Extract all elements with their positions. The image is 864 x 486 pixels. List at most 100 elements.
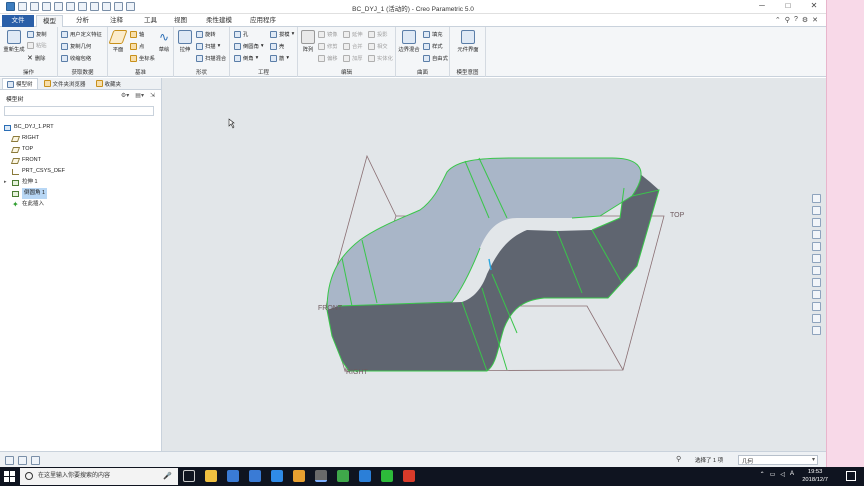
hole-button[interactable]: 孔 (234, 30, 248, 38)
network-icon[interactable]: ▭ (770, 471, 776, 478)
store-icon[interactable] (227, 470, 239, 482)
tree-columns-icon[interactable]: ▤▾ (135, 92, 144, 99)
draft-button[interactable]: 拔模 ▾ (270, 30, 294, 38)
tree-node-round[interactable]: 倒圆角 1 (4, 188, 65, 199)
plane-button[interactable]: 平面 (108, 30, 128, 53)
close-icon[interactable]: ✕ (812, 16, 818, 24)
thicken-button[interactable]: 加厚 (343, 54, 363, 62)
zoom-out-icon[interactable] (812, 218, 821, 227)
file-explorer-icon[interactable] (205, 470, 217, 482)
extrude-button[interactable]: 拉伸 (177, 30, 193, 53)
zoom-in-icon[interactable] (812, 206, 821, 215)
tree-node-part[interactable]: BC_DYJ_1.PRT (4, 122, 65, 133)
view-manager-icon[interactable] (812, 278, 821, 287)
extend-button[interactable]: 延伸 (343, 30, 363, 38)
chevron-down-icon[interactable]: ▾ (218, 43, 221, 49)
tree-node-top[interactable]: TOP (4, 144, 65, 155)
spin-center-icon[interactable] (812, 326, 821, 335)
full-screen-icon[interactable] (31, 456, 40, 465)
minimize-icon[interactable]: ─ (756, 1, 768, 10)
search-icon[interactable]: ⚲ (785, 16, 790, 24)
tab-folder-browser[interactable]: 文件夹浏览器 (40, 78, 90, 89)
revolve-button[interactable]: 旋转 (196, 30, 216, 38)
creo-app-icon[interactable] (315, 470, 327, 482)
delete-button[interactable]: ✕ 删除 (27, 54, 45, 62)
copy-button[interactable]: 复制 (27, 30, 47, 38)
tab-model[interactable]: 模型 (36, 15, 63, 27)
find-icon[interactable]: ⚲ (676, 455, 681, 463)
refit-icon[interactable] (812, 194, 821, 203)
app-icon[interactable] (359, 470, 371, 482)
tree-node-right[interactable]: RIGHT (4, 133, 65, 144)
task-view-icon[interactable] (183, 470, 195, 482)
help-icon[interactable]: ? (794, 16, 798, 24)
expand-arrow-icon[interactable]: ▸ (4, 177, 9, 188)
fill-button[interactable]: 填充 (423, 30, 443, 38)
tree-search-input[interactable] (4, 106, 154, 116)
pattern-button[interactable]: 阵列 (300, 30, 316, 53)
model-view[interactable]: TOP FRONT RIGHT (162, 78, 826, 451)
trim-button[interactable]: 修剪 (318, 42, 338, 50)
chevron-up-icon[interactable]: ⌃ (775, 16, 781, 24)
mirror-button[interactable]: 镜像 (318, 30, 338, 38)
tree-node-csys[interactable]: PRT_CSYS_DEF (4, 166, 65, 177)
camtasia-icon[interactable] (337, 470, 349, 482)
maximize-icon[interactable]: □ (782, 1, 794, 10)
tab-annotate[interactable]: 注释 (104, 15, 129, 27)
tree-node-front[interactable]: FRONT (4, 155, 65, 166)
shell-button[interactable]: 壳 (270, 42, 284, 50)
tree-node-extrude[interactable]: ▸ 拉伸 1 (4, 177, 65, 188)
tree-expand-icon[interactable]: ⇲ (150, 92, 155, 99)
file-manager-icon[interactable] (293, 470, 305, 482)
selection-filter[interactable]: 几何 ▾ (738, 455, 818, 465)
tab-model-tree[interactable]: 模型树 (2, 78, 38, 89)
taskbar-clock[interactable]: 19:53 2018/12/7 (802, 468, 828, 484)
tab-analysis[interactable]: 分析 (70, 15, 95, 27)
annotation-display-icon[interactable] (812, 314, 821, 323)
tab-tools[interactable]: 工具 (138, 15, 163, 27)
taskbar-search-input[interactable]: 在这里输入你要搜索的内容 🎤 (20, 468, 178, 485)
windows-start-icon[interactable] (4, 471, 15, 482)
gear-icon[interactable]: ⚙ (802, 16, 808, 24)
repaint-icon[interactable] (812, 230, 821, 239)
tab-file[interactable]: 文件 (2, 15, 34, 27)
axis-button[interactable]: 轴 (130, 30, 144, 38)
datum-display-icon[interactable] (812, 302, 821, 311)
microphone-icon[interactable]: 🎤 (163, 468, 172, 485)
sketch-button[interactable]: ∿ 草绘 (156, 30, 172, 53)
style-button[interactable]: 样式 (423, 42, 443, 50)
saved-views-icon[interactable] (812, 266, 821, 275)
csys-button[interactable]: 坐标系 (130, 54, 155, 62)
tree-settings-icon[interactable]: ⚙▾ (121, 92, 129, 99)
tab-favorites[interactable]: 收藏夹 (92, 78, 126, 89)
chevron-down-icon[interactable]: ▾ (256, 55, 259, 61)
tab-view[interactable]: 视图 (168, 15, 193, 27)
tab-flexible-modeling[interactable]: 柔性建模 (200, 15, 238, 27)
chevron-down-icon[interactable]: ▾ (286, 55, 289, 61)
show-navigator-icon[interactable] (5, 456, 14, 465)
point-button[interactable]: 点 (130, 42, 144, 50)
boundary-blend-button[interactable]: 边界混合 (398, 30, 420, 53)
udf-button[interactable]: 用户定义特征 (61, 30, 102, 38)
graphics-viewport[interactable]: TOP FRONT RIGHT (162, 78, 826, 451)
mail-icon[interactable] (249, 470, 261, 482)
perspective-icon[interactable] (812, 290, 821, 299)
copy-geometry-button[interactable]: 复制几何 (61, 42, 91, 50)
render-icon[interactable] (812, 242, 821, 251)
sweep-button[interactable]: 扫描 ▾ (196, 42, 220, 50)
rib-button[interactable]: 筋 ▾ (270, 54, 289, 62)
display-style-icon[interactable] (812, 254, 821, 263)
show-browser-icon[interactable] (18, 456, 27, 465)
intersect-button[interactable]: 相交 (368, 42, 388, 50)
project-button[interactable]: 投影 (368, 30, 388, 38)
tab-applications[interactable]: 应用程序 (244, 15, 282, 27)
freestyle-button[interactable]: 自由式 (423, 54, 448, 62)
ime-indicator[interactable]: A (790, 471, 794, 478)
tree-node-insert-here[interactable]: ✦ 在此插入 (4, 199, 65, 210)
browser-icon[interactable] (271, 470, 283, 482)
component-interface-button[interactable]: 元件界面 (454, 30, 482, 53)
chevron-down-icon[interactable]: ▾ (261, 43, 264, 49)
chevron-down-icon[interactable]: ▾ (292, 31, 295, 37)
shrinkwrap-button[interactable]: 收缩包络 (61, 54, 91, 62)
regenerate-button[interactable]: 重新生成 (3, 30, 25, 53)
